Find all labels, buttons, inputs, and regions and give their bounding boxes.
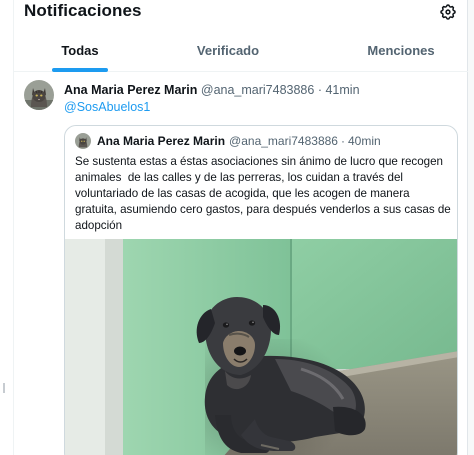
quoted-tweet-time: 40min xyxy=(347,134,381,148)
notification-tweet[interactable]: Ana Maria Perez Marin @ana_mari7483886 ·… xyxy=(14,73,468,455)
tab-label: Todas xyxy=(61,42,99,58)
mention-link[interactable]: @SosAbuelos1 xyxy=(64,100,150,114)
right-scroll-edge xyxy=(468,0,474,455)
author-name[interactable]: Ana Maria Perez Marin xyxy=(64,83,197,97)
cat-avatar-image xyxy=(24,80,54,110)
separator-dot: · xyxy=(340,134,345,148)
dog-photo xyxy=(65,239,457,455)
gear-icon[interactable] xyxy=(439,3,457,21)
tab-todas[interactable]: Todas xyxy=(44,28,116,72)
left-sidebar-edge xyxy=(0,0,14,455)
quoted-author-name: Ana Maria Perez Marin xyxy=(97,134,226,148)
author-handle[interactable]: @ana_mari7483886 xyxy=(201,83,314,97)
active-tab-indicator xyxy=(52,68,108,72)
quoted-tweet[interactable]: Ana Maria Perez Marin @ana_mari7483886 ·… xyxy=(64,125,458,455)
author-avatar[interactable] xyxy=(24,80,54,110)
tab-menciones[interactable]: Menciones xyxy=(346,28,456,72)
page-title: Notificaciones xyxy=(24,1,142,20)
cat-avatar-image xyxy=(75,133,91,149)
notification-tabs: Todas Verificado Menciones xyxy=(14,28,468,72)
tweet-time[interactable]: 41min xyxy=(325,83,359,97)
tab-label: Menciones xyxy=(367,42,435,58)
tab-label: Verificado xyxy=(196,42,260,58)
quoted-tweet-header: Ana Maria Perez Marin @ana_mari7483886 ·… xyxy=(75,132,381,150)
separator-dot: · xyxy=(317,83,322,97)
tweet-header: Ana Maria Perez Marin @ana_mari7483886 ·… xyxy=(64,83,360,97)
scroll-marker xyxy=(3,383,5,393)
quoted-tweet-text: Se sustenta estas a éstas asociaciones s… xyxy=(75,155,454,232)
tweet-media-photo[interactable] xyxy=(65,239,457,455)
quoted-author-avatar xyxy=(75,133,91,149)
quoted-author-handle: @ana_mari7483886 xyxy=(229,134,338,148)
tab-verificado[interactable]: Verificado xyxy=(184,28,272,72)
notifications-column: Notificaciones Todas Verificado Mencione… xyxy=(14,0,468,455)
page-header: Notificaciones xyxy=(24,0,468,28)
